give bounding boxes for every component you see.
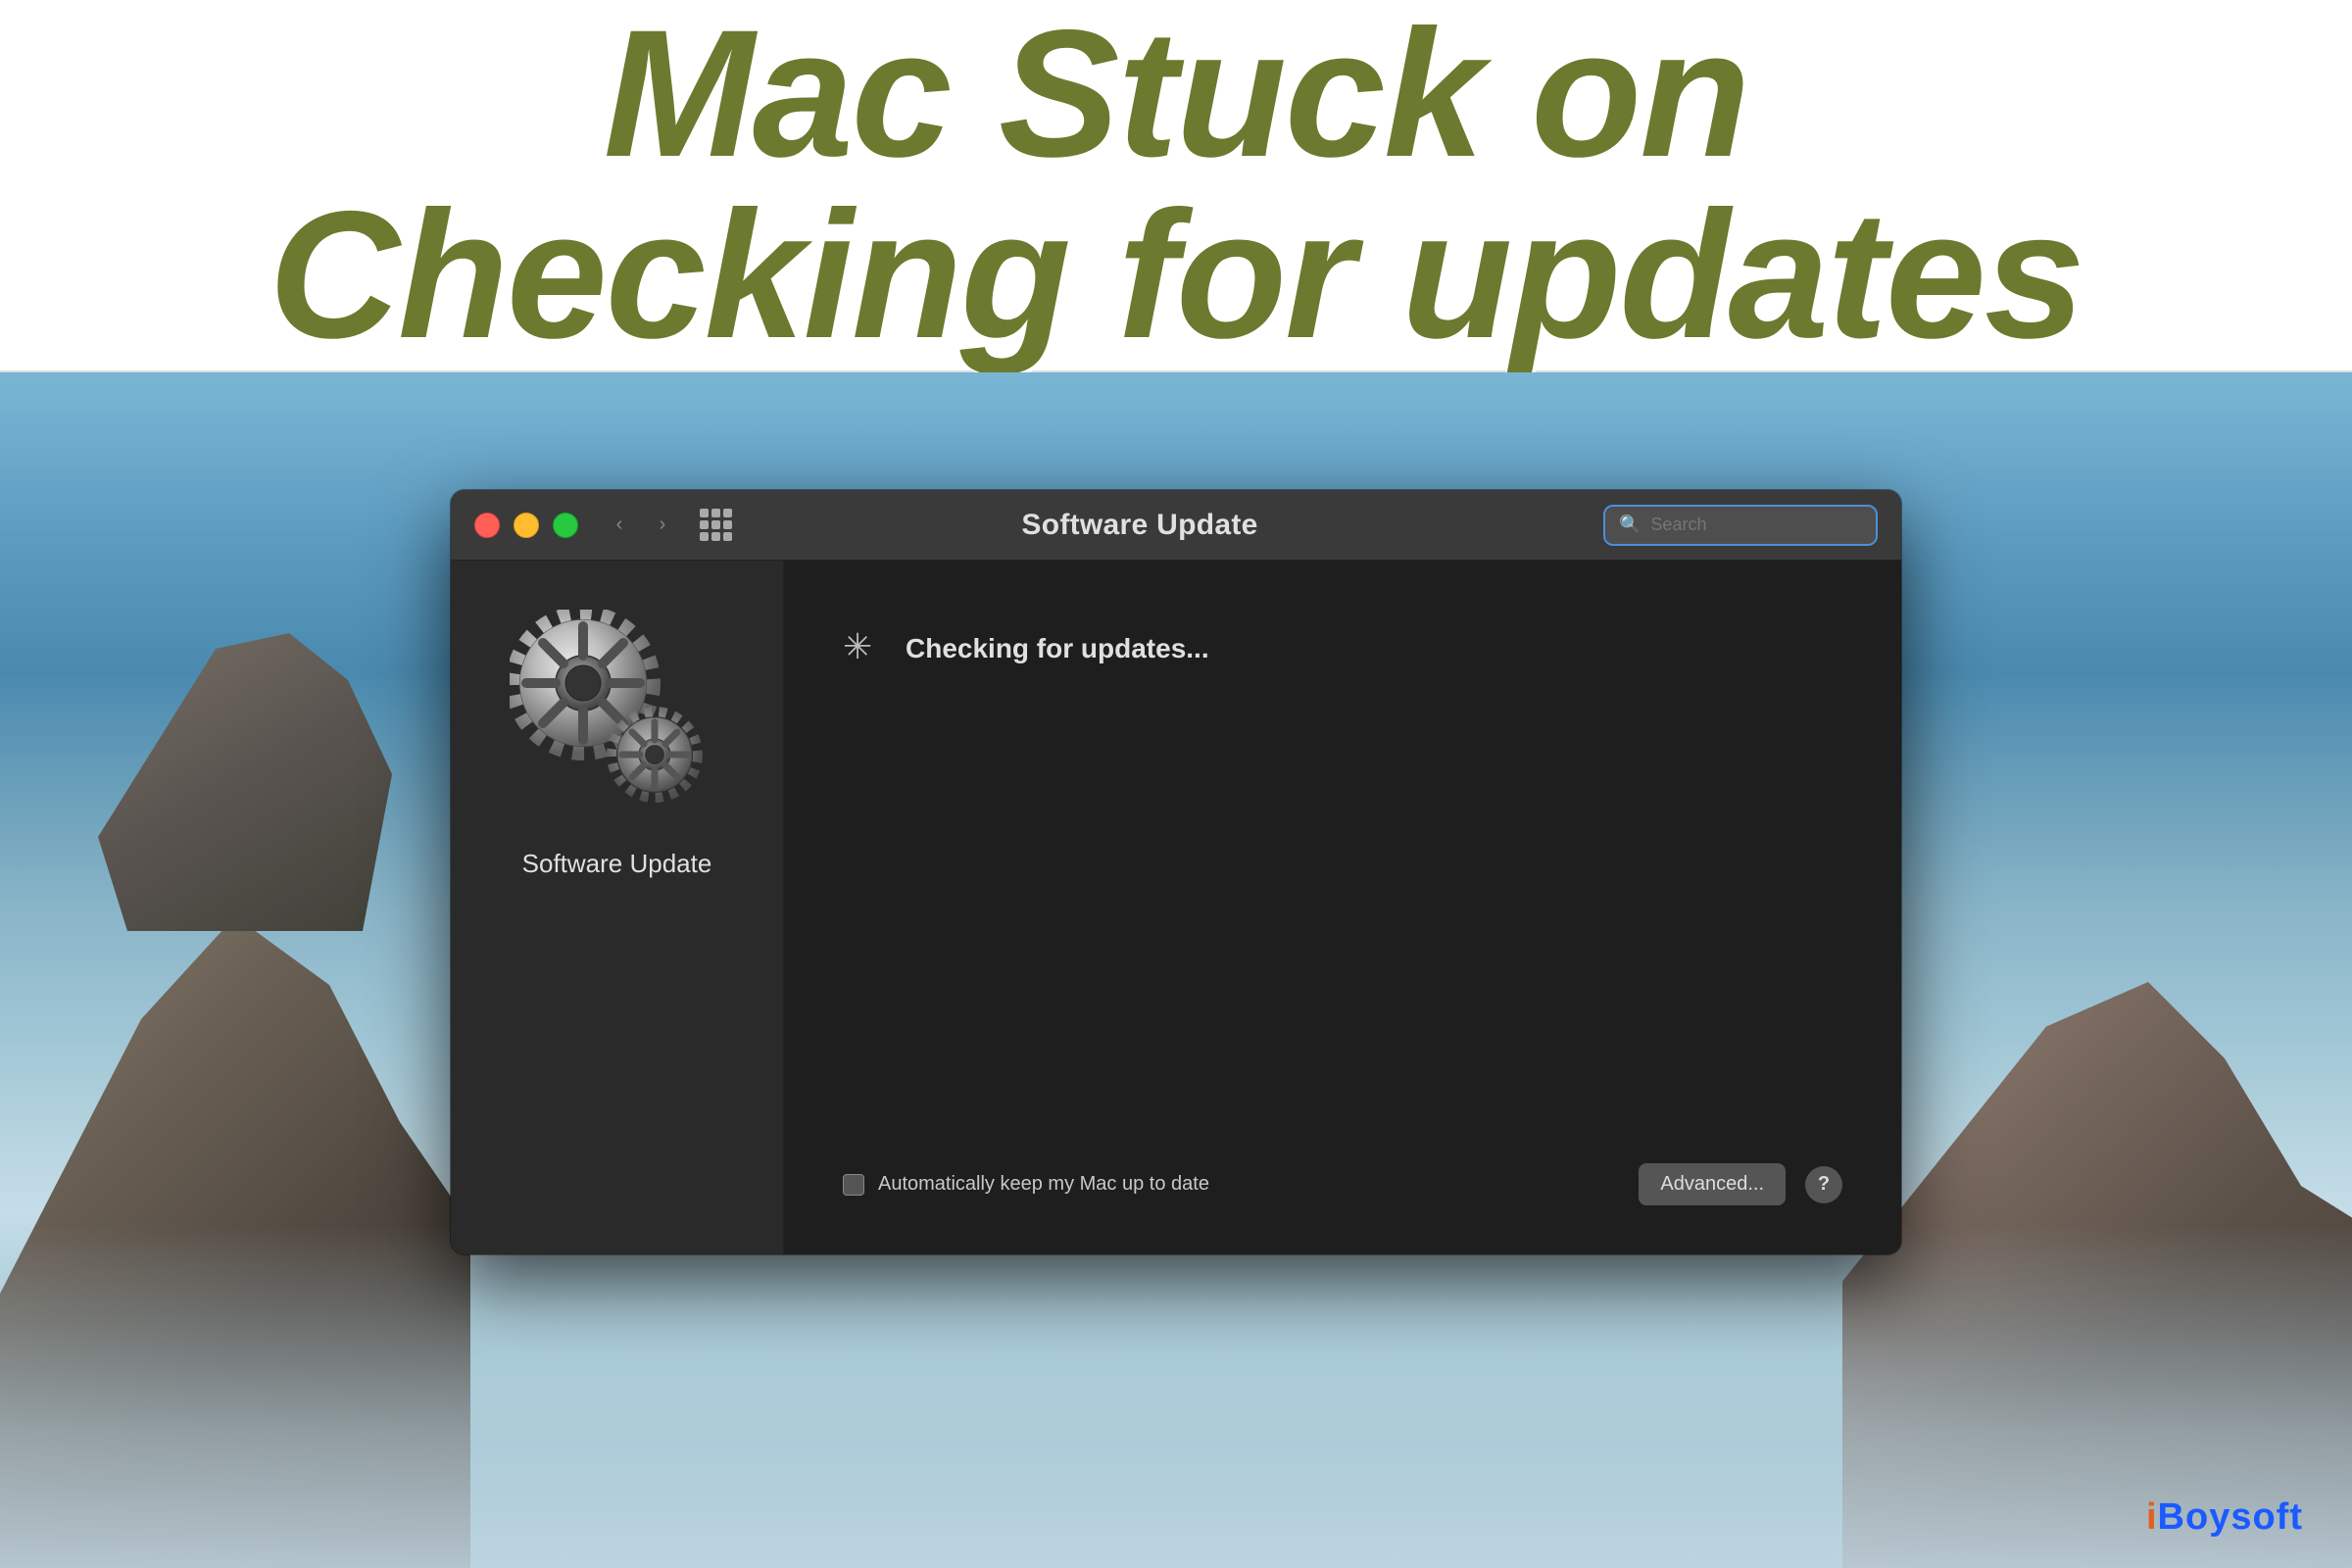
- watermark: iBoysoft: [2146, 1496, 2303, 1539]
- headline: Mac Stuck on Checking for updates: [269, 4, 2082, 367]
- traffic-lights: [474, 513, 578, 538]
- window-title: Software Update: [735, 509, 1544, 542]
- forward-button[interactable]: ›: [645, 508, 680, 543]
- main-content: Checking for updates... Automatically ke…: [784, 561, 1901, 1254]
- rock-center: [98, 617, 392, 931]
- top-banner: Mac Stuck on Checking for updates: [0, 0, 2352, 372]
- checking-row: Checking for updates...: [843, 629, 1842, 668]
- bottom-bar: Automatically keep my Mac up to date Adv…: [843, 1163, 1842, 1205]
- maximize-button[interactable]: [553, 513, 578, 538]
- loading-spinner: [843, 629, 882, 668]
- grid-view-button[interactable]: [696, 506, 735, 545]
- grid-dots-icon: [700, 509, 732, 541]
- sidebar-label: Software Update: [522, 849, 712, 879]
- nav-buttons: ‹ ›: [602, 508, 680, 543]
- auto-update-checkbox[interactable]: [843, 1174, 864, 1196]
- title-bar: ‹ › Software Update 🔍: [451, 490, 1901, 561]
- watermark-prefix: i: [2146, 1496, 2158, 1538]
- system-preferences-window: ‹ › Software Update 🔍: [451, 490, 1901, 1254]
- search-box[interactable]: 🔍: [1603, 505, 1878, 546]
- help-button[interactable]: ?: [1805, 1166, 1842, 1203]
- auto-update-label: Automatically keep my Mac up to date: [878, 1173, 1209, 1196]
- gear-icon: [510, 610, 725, 825]
- search-input[interactable]: [1650, 514, 1862, 535]
- watermark-suffix: Boysoft: [2158, 1496, 2303, 1538]
- window-body: Software Update Checking for updates... …: [451, 561, 1901, 1254]
- water-mist: [0, 1225, 2352, 1568]
- search-icon: 🔍: [1619, 514, 1641, 535]
- back-button[interactable]: ‹: [602, 508, 637, 543]
- desktop-background: ‹ › Software Update 🔍: [0, 372, 2352, 1568]
- close-button[interactable]: [474, 513, 500, 538]
- checking-text: Checking for updates...: [906, 633, 1209, 664]
- gear-icon-container: Software Update: [510, 610, 725, 879]
- sidebar: Software Update: [451, 561, 784, 1254]
- advanced-button[interactable]: Advanced...: [1639, 1163, 1786, 1205]
- auto-update-container: Automatically keep my Mac up to date: [843, 1173, 1209, 1196]
- minimize-button[interactable]: [514, 513, 539, 538]
